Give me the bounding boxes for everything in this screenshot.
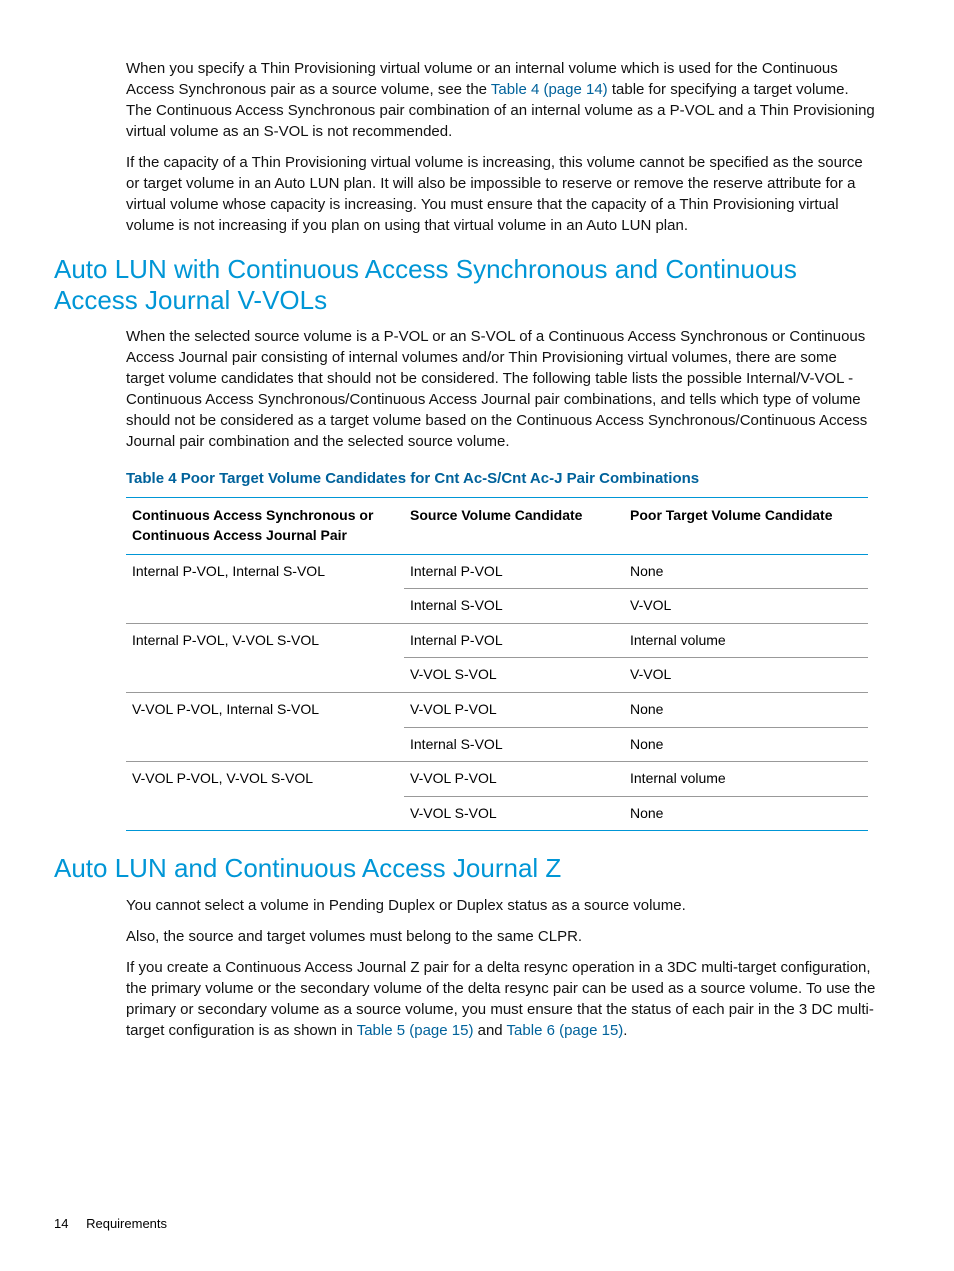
table-row: V-VOL S-VOLV-VOL — [126, 658, 868, 693]
table-4: Continuous Access Synchronous or Continu… — [126, 497, 868, 831]
footer-section: Requirements — [86, 1216, 167, 1231]
cell-source: Internal P-VOL — [404, 554, 624, 589]
link-table-4[interactable]: Table 4 (page 14) — [491, 81, 608, 98]
table-row: Internal S-VOLV-VOL — [126, 589, 868, 624]
cell-pair — [126, 589, 404, 624]
cell-target: Internal volume — [624, 762, 868, 797]
cell-target: V-VOL — [624, 589, 868, 624]
cell-pair — [126, 727, 404, 762]
table-row: V-VOL P-VOL, V-VOL S-VOLV-VOL P-VOLInter… — [126, 762, 868, 797]
heading-auto-lun-vvols: Auto LUN with Continuous Access Synchron… — [54, 254, 876, 316]
th-pair: Continuous Access Synchronous or Continu… — [126, 498, 404, 554]
paragraph-3: When the selected source volume is a P-V… — [126, 326, 876, 452]
table-4-caption: Table 4 Poor Target Volume Candidates fo… — [126, 468, 876, 489]
page-number: 14 — [54, 1216, 68, 1231]
cell-pair: V-VOL P-VOL, V-VOL S-VOL — [126, 762, 404, 797]
cell-source: V-VOL S-VOL — [404, 658, 624, 693]
cell-pair: V-VOL P-VOL, Internal S-VOL — [126, 692, 404, 727]
table-row: Internal S-VOLNone — [126, 727, 868, 762]
th-source: Source Volume Candidate — [404, 498, 624, 554]
table-row: V-VOL P-VOL, Internal S-VOLV-VOL P-VOLNo… — [126, 692, 868, 727]
link-table-6[interactable]: Table 6 (page 15) — [507, 1022, 624, 1039]
cell-source: V-VOL P-VOL — [404, 762, 624, 797]
cell-pair: Internal P-VOL, Internal S-VOL — [126, 554, 404, 589]
cell-target: V-VOL — [624, 658, 868, 693]
table-row: V-VOL S-VOLNone — [126, 796, 868, 831]
text: . — [623, 1022, 627, 1039]
cell-source: V-VOL S-VOL — [404, 796, 624, 831]
page-footer: 14 Requirements — [54, 1215, 167, 1233]
paragraph-6: If you create a Continuous Access Journa… — [126, 957, 876, 1041]
cell-target: None — [624, 727, 868, 762]
table-row: Internal P-VOL, V-VOL S-VOLInternal P-VO… — [126, 623, 868, 658]
cell-target: None — [624, 796, 868, 831]
link-table-5[interactable]: Table 5 (page 15) — [357, 1022, 474, 1039]
table-row: Internal P-VOL, Internal S-VOLInternal P… — [126, 554, 868, 589]
heading-auto-lun-journal-z: Auto LUN and Continuous Access Journal Z — [54, 853, 876, 884]
cell-pair: Internal P-VOL, V-VOL S-VOL — [126, 623, 404, 658]
table-header-row: Continuous Access Synchronous or Continu… — [126, 498, 868, 554]
th-target: Poor Target Volume Candidate — [624, 498, 868, 554]
cell-target: Internal volume — [624, 623, 868, 658]
cell-source: Internal S-VOL — [404, 727, 624, 762]
paragraph-4: You cannot select a volume in Pending Du… — [126, 895, 876, 916]
cell-source: Internal S-VOL — [404, 589, 624, 624]
cell-target: None — [624, 554, 868, 589]
paragraph-1: When you specify a Thin Provisioning vir… — [126, 58, 876, 142]
cell-pair — [126, 796, 404, 831]
paragraph-2: If the capacity of a Thin Provisioning v… — [126, 152, 876, 236]
cell-source: V-VOL P-VOL — [404, 692, 624, 727]
cell-pair — [126, 658, 404, 693]
text: and — [473, 1022, 506, 1039]
cell-target: None — [624, 692, 868, 727]
cell-source: Internal P-VOL — [404, 623, 624, 658]
paragraph-5: Also, the source and target volumes must… — [126, 926, 876, 947]
